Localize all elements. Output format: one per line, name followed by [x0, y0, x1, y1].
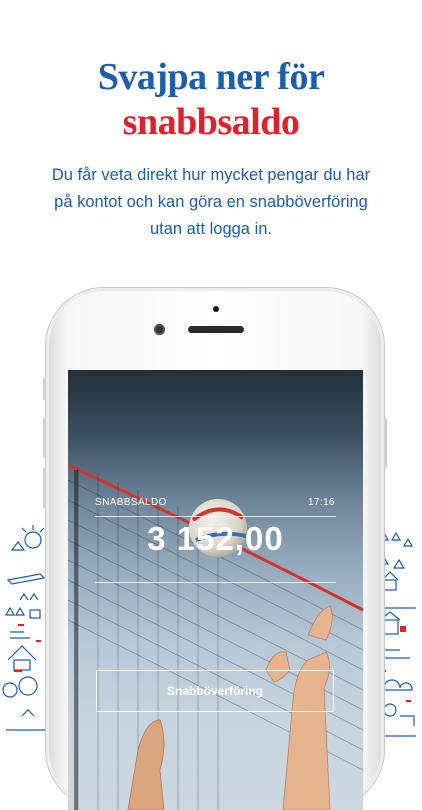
subtitle-line-3: utan att logga in. — [149, 220, 272, 238]
bottom-divider — [95, 582, 336, 583]
subtitle-line-1: Du får veta direkt hur mycket pengar du … — [51, 166, 371, 184]
quick-transfer-button[interactable]: Snabböverföring — [96, 670, 334, 712]
speaker-grille — [188, 326, 244, 333]
phone-screen: SNABBSALDO 17:16 3 152,00 Snabböverförin… — [68, 370, 363, 810]
camera-icon — [154, 324, 165, 335]
doodle-illustration-left — [2, 525, 46, 731]
quick-balance-label: SNABBSALDO — [95, 497, 167, 508]
proximity-sensor — [213, 306, 219, 312]
time-label: 17:16 — [307, 497, 335, 508]
top-divider — [95, 516, 336, 517]
balance-amount: 3 152,00 — [147, 520, 284, 557]
headline-line-2: snabbsaldo — [122, 101, 300, 143]
phone-mockup: SNABBSALDO 17:16 3 152,00 Snabböverförin… — [43, 288, 387, 810]
phone-mute-switch — [43, 378, 46, 400]
phone-volume-down-button — [43, 468, 46, 508]
phone-volume-up-button — [43, 418, 46, 458]
subtitle-line-2: på kontot och kan göra en snabböverförin… — [54, 193, 368, 211]
headline-line-1: Svajpa ner för — [97, 56, 325, 98]
volleyball-image — [68, 463, 363, 810]
phone-power-button — [384, 418, 387, 468]
